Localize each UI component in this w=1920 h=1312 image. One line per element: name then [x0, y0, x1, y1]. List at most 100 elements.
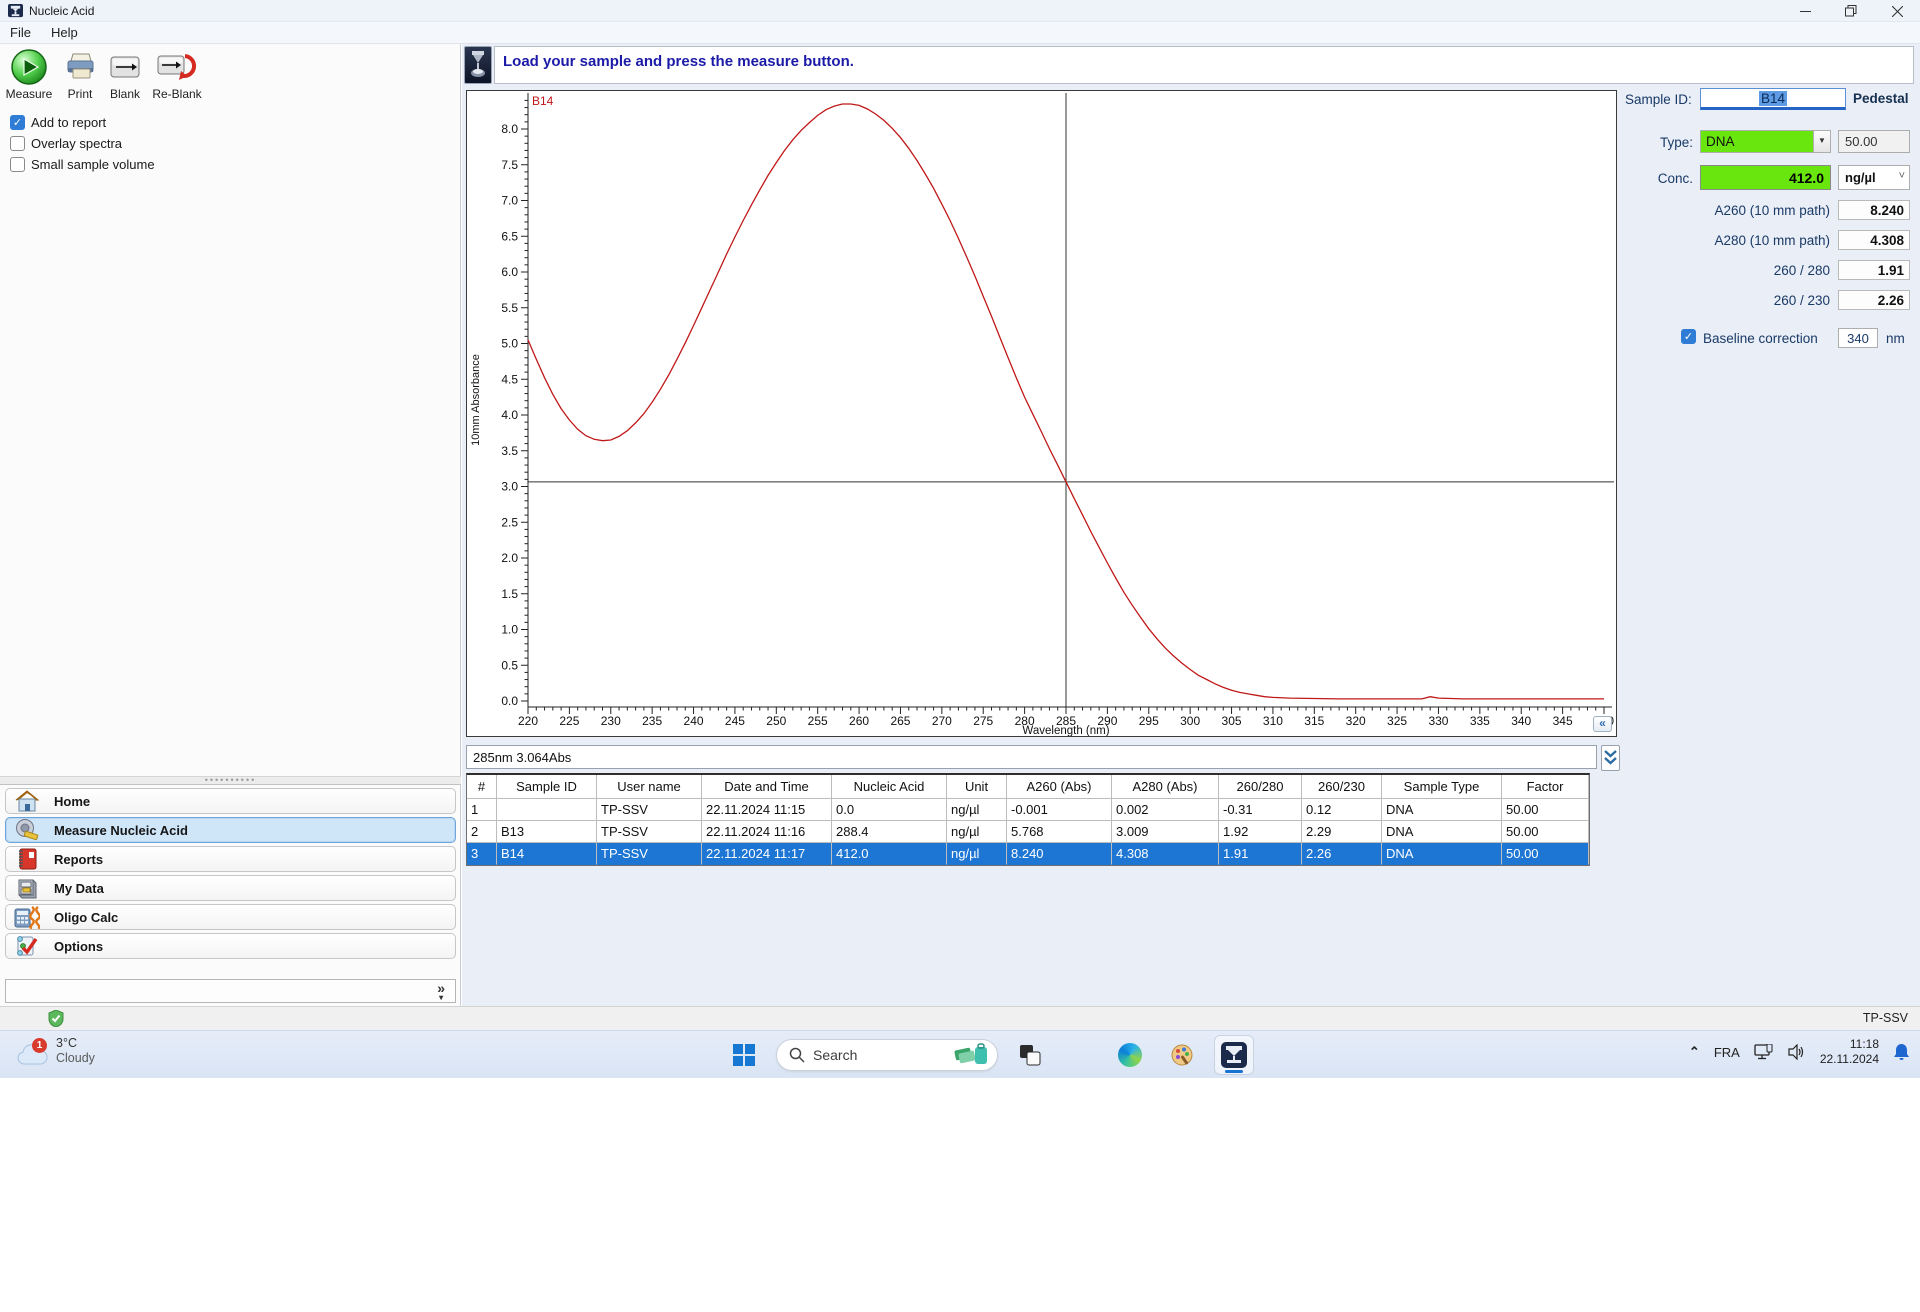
- table-cell: DNA: [1382, 799, 1502, 821]
- volume-icon[interactable]: [1788, 1044, 1806, 1060]
- start-button[interactable]: [724, 1035, 764, 1075]
- mode-label: Pedestal: [1853, 91, 1909, 106]
- svg-text:330: 330: [1428, 714, 1448, 728]
- baseline-correction-label: Baseline correction: [1703, 331, 1818, 346]
- factor-field[interactable]: 50.00: [1838, 130, 1910, 153]
- checkbox-label: Overlay spectra: [31, 136, 123, 151]
- table-cell: ng/µl: [947, 843, 1007, 865]
- svg-text:275: 275: [973, 714, 993, 728]
- table-row[interactable]: 1 TP-SSV 22.11.2024 11:15 0.0 ng/µl -0.001 0.0…: [467, 799, 1589, 821]
- nav-overflow-bar[interactable]: » ▾: [5, 979, 456, 1003]
- close-button[interactable]: [1874, 0, 1920, 22]
- svg-text:3.5: 3.5: [501, 444, 518, 458]
- tray-chevron-up-icon[interactable]: ⌃: [1689, 1044, 1700, 1060]
- print-button[interactable]: Print: [58, 48, 102, 101]
- search-box[interactable]: Search: [776, 1039, 998, 1071]
- search-icon: [789, 1047, 805, 1063]
- tray-time: 11:18: [1849, 1037, 1879, 1051]
- expand-down-button[interactable]: [1601, 745, 1620, 771]
- task-view-icon: [1020, 1045, 1041, 1066]
- shield-check-icon: [48, 1009, 64, 1032]
- sidebar-item-reports[interactable]: Reports: [5, 846, 456, 872]
- svg-text:260: 260: [849, 714, 869, 728]
- chart-collapse-button[interactable]: «: [1593, 716, 1612, 732]
- checkbox[interactable]: [10, 157, 25, 172]
- svg-text:345: 345: [1553, 714, 1573, 728]
- spectrum-chart: 0.0 0.5 1.0 1.5 2.0 2.5 3.0 3.5 4.0 4.5 5.0 5.5 6.0 6…: [466, 90, 1617, 737]
- sidebar-item-measure-nucleic-acid[interactable]: Measure Nucleic Acid: [5, 817, 456, 843]
- toolbar-button-label: Re-Blank: [152, 87, 202, 101]
- unit-select[interactable]: ng/µl ˅: [1838, 165, 1910, 190]
- svg-text:2.5: 2.5: [501, 515, 518, 529]
- baseline-wavelength-input[interactable]: 340: [1838, 328, 1878, 348]
- type-select[interactable]: DNA ▼: [1700, 130, 1831, 153]
- task-view-button[interactable]: [1010, 1035, 1050, 1075]
- re-blank-button[interactable]: Re-Blank: [148, 48, 206, 101]
- checkbox[interactable]: [10, 136, 25, 151]
- ratio-260-280-label: 260 / 280: [1773, 263, 1830, 278]
- table-cell: 2.29: [1302, 821, 1382, 843]
- notification-bell-icon[interactable]: [1893, 1043, 1910, 1061]
- sidebar-item-label: Options: [54, 938, 104, 954]
- taskbar: 1 3°C Cloudy Search ⌃ FRA 11:18 22.11.20…: [0, 1030, 1920, 1078]
- minimize-button[interactable]: [1782, 0, 1828, 22]
- sidebar-item-home[interactable]: Home: [5, 788, 456, 814]
- network-icon[interactable]: [1754, 1044, 1774, 1060]
- baseline-correction-checkbox[interactable]: ✓: [1681, 329, 1696, 344]
- restore-button[interactable]: [1828, 0, 1874, 22]
- keyboard-language[interactable]: FRA: [1714, 1045, 1740, 1060]
- measure-icon: [10, 48, 48, 86]
- menu-bar: File Help: [0, 22, 1920, 44]
- blank-button[interactable]: Blank: [104, 48, 146, 101]
- menu-file[interactable]: File: [0, 25, 41, 40]
- nucleic-acid-app-button[interactable]: [1214, 1035, 1254, 1075]
- menu-help[interactable]: Help: [41, 25, 88, 40]
- option-overlay-spectra[interactable]: Overlay spectra: [10, 136, 122, 151]
- reports-icon: [14, 848, 40, 870]
- print-icon: [63, 48, 97, 86]
- option-small-sample-volume[interactable]: Small sample volume: [10, 157, 155, 172]
- edge-browser-button[interactable]: [1110, 1035, 1150, 1075]
- measure-button[interactable]: Measure: [4, 48, 54, 101]
- table-cell: 3.009: [1112, 821, 1219, 843]
- checkbox[interactable]: ✓: [10, 115, 25, 130]
- desktop: Nucleic Acid File Help Measure Print Blank…: [0, 0, 1920, 1312]
- table-cell: ng/µl: [947, 799, 1007, 821]
- status-message: Load your sample and press the measure b…: [503, 53, 854, 70]
- sidebar-item-oligo-calc[interactable]: Oligo Calc: [5, 904, 456, 930]
- sidebar-item-my-data[interactable]: My Data: [5, 875, 456, 901]
- svg-text:295: 295: [1139, 714, 1159, 728]
- sidebar-nav: Home Measure Nucleic Acid Reports My Data Ol…: [0, 785, 461, 962]
- table-cell: 4.308: [1112, 843, 1219, 865]
- left-panel: Measure Print Blank Re-Blank ✓ Add to report…: [0, 44, 461, 1006]
- svg-text:300: 300: [1180, 714, 1200, 728]
- svg-text:7.5: 7.5: [501, 158, 518, 172]
- svg-text:230: 230: [601, 714, 621, 728]
- column-header: A280 (Abs): [1112, 775, 1219, 799]
- edge-icon: [1118, 1043, 1142, 1067]
- svg-text:220: 220: [518, 714, 538, 728]
- svg-text:340: 340: [1511, 714, 1531, 728]
- weather-widget[interactable]: 1 3°C Cloudy: [16, 1036, 95, 1066]
- sidebar-item-label: Home: [54, 793, 91, 809]
- paint-app-button[interactable]: [1162, 1035, 1202, 1075]
- table-cell: 0.12: [1302, 799, 1382, 821]
- sidebar-item-options[interactable]: Options: [5, 933, 456, 959]
- table-cell: B14: [497, 843, 597, 865]
- svg-text:335: 335: [1470, 714, 1490, 728]
- table-cell: 50.00: [1502, 799, 1589, 821]
- clock[interactable]: 11:18 22.11.2024: [1820, 1037, 1879, 1067]
- type-dropdown-arrow-icon[interactable]: ▼: [1813, 131, 1830, 152]
- splitter-handle[interactable]: ••••••••••: [0, 776, 461, 785]
- svg-text:305: 305: [1222, 714, 1242, 728]
- spectrum-plot[interactable]: 0.0 0.5 1.0 1.5 2.0 2.5 3.0 3.5 4.0 4.5 5.0 5.5 6.0 6…: [467, 91, 1616, 737]
- svg-text:1.0: 1.0: [501, 623, 518, 637]
- table-row[interactable]: 3 B14 TP-SSV 22.11.2024 11:17 412.0 ng/µl 8.24…: [467, 843, 1589, 865]
- column-header: Nucleic Acid: [832, 775, 947, 799]
- sample-id-input[interactable]: B14: [1700, 88, 1846, 110]
- column-header: User name: [597, 775, 702, 799]
- option-add-to-report[interactable]: ✓ Add to report: [10, 115, 106, 130]
- table-row[interactable]: 2 B13 TP-SSV 22.11.2024 11:16 288.4 ng/µl 5.76…: [467, 821, 1589, 843]
- table-cell: 8.240: [1007, 843, 1112, 865]
- table-cell: 50.00: [1502, 821, 1589, 843]
